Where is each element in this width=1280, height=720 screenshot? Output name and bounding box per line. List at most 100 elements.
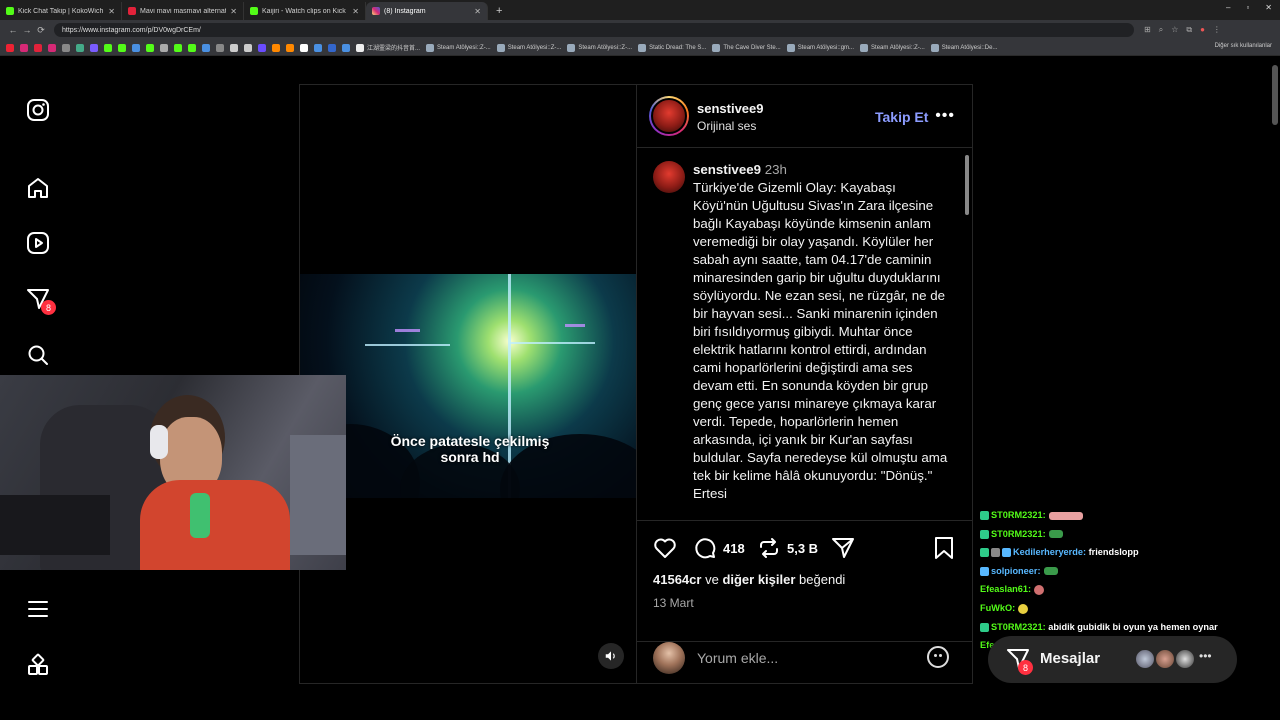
bookmark-icon[interactable] bbox=[188, 43, 196, 52]
author-avatar[interactable] bbox=[649, 96, 689, 136]
bookmark-icon[interactable] bbox=[76, 43, 84, 52]
other-bookmarks-folder[interactable]: Diğer sık kullanılanlar bbox=[1215, 43, 1272, 49]
bookmark-icon[interactable] bbox=[272, 43, 280, 52]
emoji-icon[interactable] bbox=[927, 646, 949, 668]
bookmark-icon[interactable] bbox=[62, 43, 70, 52]
comment-icon bbox=[695, 538, 716, 559]
bookmark-icon[interactable] bbox=[132, 43, 140, 52]
repost-button[interactable]: 5,3 B bbox=[757, 536, 818, 560]
forward-icon[interactable]: → bbox=[20, 25, 34, 35]
kick-favicon-icon bbox=[250, 7, 258, 15]
close-tab-icon[interactable]: ✕ bbox=[230, 7, 237, 16]
reels-icon[interactable] bbox=[24, 229, 52, 257]
reel-caption: Önce patatesle çekilmiş sonra hd bbox=[390, 433, 550, 465]
bookmark-label: Steam Atölyesi::De... bbox=[941, 44, 998, 51]
bookmark-icon[interactable] bbox=[146, 43, 154, 52]
mute-button[interactable] bbox=[598, 643, 624, 669]
add-comment-row: Yorum ekle... bbox=[637, 642, 973, 685]
caption-avatar[interactable] bbox=[653, 161, 685, 193]
bookmark-item[interactable]: Steam Atölyesi::De... bbox=[930, 43, 998, 52]
bookmark-icon[interactable] bbox=[34, 43, 42, 52]
likes-others[interactable]: diğer kişiler bbox=[722, 572, 795, 587]
post-caption-area[interactable]: senstivee9 23h Türkiye'de Gizemli Olay: … bbox=[637, 149, 973, 521]
bookmark-icon[interactable] bbox=[48, 43, 56, 52]
follow-button[interactable]: Takip Et bbox=[875, 109, 928, 125]
bookmark-icon[interactable] bbox=[6, 43, 14, 52]
bookmark-icon[interactable] bbox=[230, 43, 238, 52]
bookmark-item[interactable]: Steam Atölyesi::Z-... bbox=[426, 43, 491, 52]
save-button[interactable] bbox=[933, 536, 955, 560]
tab-kick-chat[interactable]: Kick Chat Takip | KokoWich ✕ bbox=[0, 2, 122, 20]
conversation-avatar[interactable] bbox=[1134, 648, 1156, 670]
also-from-meta-icon[interactable] bbox=[24, 651, 52, 679]
bookmark-icon[interactable] bbox=[286, 43, 294, 52]
likes-user[interactable]: 41564cr bbox=[653, 572, 701, 587]
bookmark-icon[interactable] bbox=[104, 43, 112, 52]
bookmark-item[interactable]: Steam Atölyesi::gm... bbox=[786, 43, 854, 52]
bookmark-icon[interactable] bbox=[258, 43, 266, 52]
bookmark-icon[interactable] bbox=[216, 43, 224, 52]
zoom-icon[interactable]: ⌕ bbox=[1159, 25, 1163, 35]
reel-video-player[interactable]: Önce patatesle çekilmiş sonra hd bbox=[299, 84, 637, 684]
bookmark-item[interactable]: Steam Atölyesi::Z-... bbox=[496, 43, 561, 52]
bookmark-icon[interactable] bbox=[300, 43, 308, 52]
close-tab-icon[interactable]: ✕ bbox=[474, 7, 481, 16]
chat-message: ST0RM2321: bbox=[980, 525, 1270, 544]
close-tab-icon[interactable]: ✕ bbox=[352, 7, 359, 16]
bookmark-icon[interactable] bbox=[20, 43, 28, 52]
bookmark-label: Static Dread: The S... bbox=[649, 44, 707, 51]
page-scrollbar[interactable] bbox=[1272, 65, 1278, 125]
tab-instagram[interactable]: (8) Instagram ✕ bbox=[366, 2, 488, 20]
audio-label[interactable]: Orijinal ses bbox=[697, 119, 756, 133]
conversation-avatar[interactable] bbox=[1174, 648, 1196, 670]
instagram-logo-icon[interactable] bbox=[24, 96, 52, 124]
share-button[interactable] bbox=[831, 536, 855, 560]
bookmark-star-icon[interactable]: ☆ bbox=[1171, 25, 1178, 35]
caption-scrollbar[interactable] bbox=[964, 149, 970, 521]
bookmark-icon[interactable] bbox=[174, 43, 182, 52]
reload-icon[interactable]: ⟳ bbox=[34, 25, 48, 36]
bookmark-item[interactable]: Static Dread: The S... bbox=[638, 43, 707, 52]
bookmark-icon[interactable] bbox=[202, 43, 210, 52]
conversation-avatar[interactable] bbox=[1154, 648, 1176, 670]
bookmark-icon[interactable] bbox=[118, 43, 126, 52]
like-button[interactable] bbox=[653, 536, 677, 560]
chat-username: Kedilerheryerde: bbox=[1013, 547, 1087, 558]
direct-messages-icon[interactable]: 8 bbox=[24, 285, 56, 315]
messages-more-icon[interactable]: ••• bbox=[1199, 649, 1212, 663]
bookmark-item[interactable]: The Cave Diver Ste... bbox=[712, 43, 781, 52]
author-username[interactable]: senstivee9 bbox=[697, 101, 764, 116]
bookmark-icon[interactable] bbox=[342, 43, 350, 52]
messages-floating-bar[interactable]: 8 Mesajlar ••• bbox=[988, 636, 1237, 683]
close-tab-icon[interactable]: ✕ bbox=[108, 7, 115, 16]
caption-username[interactable]: senstivee9 bbox=[693, 162, 761, 177]
bookmark-icon[interactable] bbox=[328, 43, 336, 52]
tab-mavi[interactable]: Mavi mavi masmavi alternatif link ✕ bbox=[122, 2, 244, 20]
translate-icon[interactable]: ⊞ bbox=[1144, 25, 1151, 35]
back-icon[interactable]: ← bbox=[6, 25, 20, 35]
extensions-icon[interactable]: ⧉ bbox=[1186, 25, 1192, 35]
caption-scroll-thumb[interactable] bbox=[965, 155, 969, 215]
maximize-button[interactable]: ▫ bbox=[1246, 3, 1249, 12]
comment-button[interactable]: 418 bbox=[693, 536, 745, 560]
bookmark-icon[interactable] bbox=[90, 43, 98, 52]
home-icon[interactable] bbox=[24, 174, 52, 202]
bookmark-icon[interactable] bbox=[314, 43, 322, 52]
search-icon[interactable] bbox=[24, 341, 52, 369]
comment-input[interactable]: Yorum ekle... bbox=[697, 650, 778, 666]
bookmark-item[interactable]: Steam Atölyesi::Z-... bbox=[860, 43, 925, 52]
bookmark-icon[interactable] bbox=[244, 43, 252, 52]
more-menu-icon[interactable] bbox=[24, 595, 52, 623]
bookmark-item[interactable]: 江湖霊梁的抖音首... bbox=[356, 43, 420, 52]
new-tab-button[interactable]: + bbox=[496, 2, 502, 20]
bookmark-item[interactable]: Steam Atölyesi::Z-... bbox=[567, 43, 632, 52]
minimize-button[interactable]: – bbox=[1226, 3, 1230, 12]
url-field[interactable]: https://www.instagram.com/p/DV0wgDrCEm/ bbox=[54, 23, 1134, 37]
profile-icon[interactable]: ● bbox=[1200, 25, 1205, 35]
likes-summary[interactable]: 41564cr ve diğer kişiler beğendi bbox=[653, 572, 845, 587]
tab-kaijiri[interactable]: Kaijiri - Watch clips on Kick ✕ bbox=[244, 2, 366, 20]
bookmark-icon[interactable] bbox=[160, 43, 168, 52]
more-options-button[interactable]: ••• bbox=[935, 107, 955, 125]
close-window-button[interactable]: ✕ bbox=[1265, 3, 1272, 12]
menu-icon[interactable]: ⋮ bbox=[1213, 25, 1221, 35]
